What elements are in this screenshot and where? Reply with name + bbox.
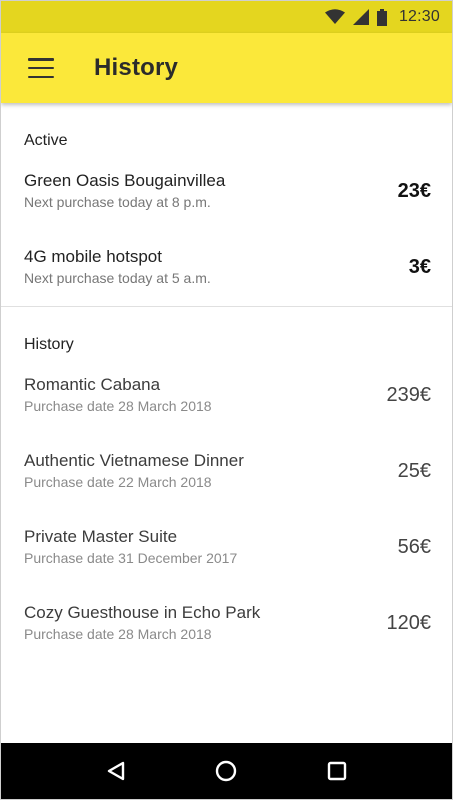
section-heading-history: History <box>24 336 74 353</box>
list-item[interactable]: Cozy Guesthouse in Echo Park Purchase da… <box>1 603 452 663</box>
item-subtitle: Purchase date 28 March 2018 <box>24 398 212 414</box>
item-subtitle: Purchase date 31 December 2017 <box>24 550 238 566</box>
page-title: History <box>94 54 179 81</box>
item-subtitle: Next purchase today at 8 p.m. <box>24 194 211 210</box>
back-triangle-icon[interactable] <box>96 751 136 791</box>
item-price: 23€ <box>397 180 431 202</box>
wifi-icon <box>324 9 345 25</box>
item-price: 239€ <box>386 384 432 406</box>
list-item[interactable]: Authentic Vietnamese Dinner Purchase dat… <box>1 451 452 511</box>
item-subtitle: Next purchase today at 5 a.m. <box>24 270 211 286</box>
list-item[interactable]: Romantic Cabana Purchase date 28 March 2… <box>1 375 452 435</box>
item-title: Authentic Vietnamese Dinner <box>24 451 244 470</box>
item-subtitle: Purchase date 28 March 2018 <box>24 626 212 642</box>
hamburger-menu-icon[interactable] <box>28 58 54 78</box>
item-title: 4G mobile hotspot <box>24 247 162 266</box>
list-item[interactable]: Private Master Suite Purchase date 31 De… <box>1 527 452 587</box>
list-item[interactable]: Green Oasis Bougainvillea Next purchase … <box>1 171 452 231</box>
home-circle-icon[interactable] <box>206 751 246 791</box>
battery-icon <box>376 8 387 26</box>
cell-signal-icon <box>352 9 369 25</box>
app-bar: History <box>1 33 452 103</box>
history-content: Active Green Oasis Bougainvillea Next pu… <box>1 103 452 743</box>
system-nav-bar <box>1 743 452 799</box>
item-title: Cozy Guesthouse in Echo Park <box>24 603 261 622</box>
status-bar: 12:30 <box>1 1 452 33</box>
item-price: 25€ <box>397 460 431 482</box>
item-title: Romantic Cabana <box>24 375 161 394</box>
recents-square-icon[interactable] <box>317 751 357 791</box>
section-divider <box>1 306 452 307</box>
item-subtitle: Purchase date 22 March 2018 <box>24 474 212 490</box>
item-price: 56€ <box>397 536 431 558</box>
item-price: 3€ <box>408 256 431 278</box>
list-item[interactable]: 4G mobile hotspot Next purchase today at… <box>1 247 452 307</box>
item-title: Green Oasis Bougainvillea <box>24 171 226 190</box>
section-heading-active: Active <box>24 132 68 149</box>
status-time: 12:30 <box>398 8 440 25</box>
phone-screen: 12:30 History Active Green Oasis Bougain… <box>0 0 453 800</box>
item-price: 120€ <box>386 612 432 634</box>
item-title: Private Master Suite <box>24 527 178 546</box>
